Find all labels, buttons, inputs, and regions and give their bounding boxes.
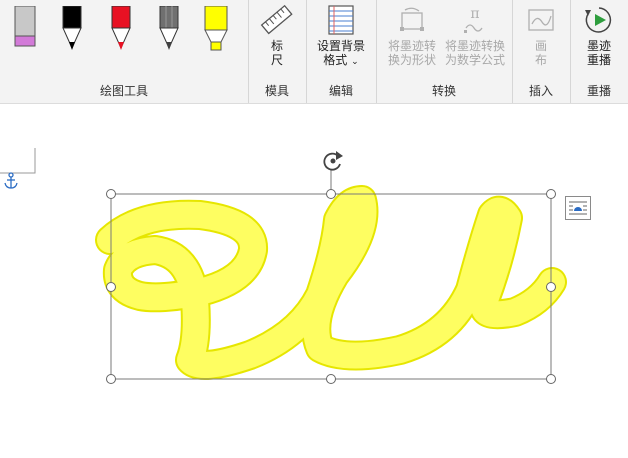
- ink-replay-icon: [585, 7, 612, 33]
- canvas-button[interactable]: 画 布: [512, 4, 570, 67]
- rotate-icon[interactable]: [323, 151, 343, 171]
- ink-to-math-label-line1: 将墨迹转换: [444, 39, 505, 53]
- ink-to-shape-label-line2: 换为形状: [387, 53, 436, 67]
- group-label-drawing-tools: 绘图工具: [99, 84, 148, 98]
- pen-icon[interactable]: [59, 6, 85, 54]
- ruler-label-line1: 标: [270, 39, 283, 53]
- canvas-label-line1: 画: [534, 39, 547, 53]
- highlighter-icon[interactable]: [203, 6, 229, 54]
- group-drawing-tools: 绘图工具: [0, 0, 249, 103]
- ruler-button[interactable]: 标 尺: [248, 4, 306, 67]
- layout-options-icon: [569, 201, 587, 215]
- ink-to-shape-label-line1: 将墨迹转: [387, 39, 436, 53]
- ink-to-math-label-line2: 为数学公式: [444, 53, 505, 67]
- ink-replay-button[interactable]: 墨迹 重播: [570, 4, 628, 67]
- ink-replay-label-line2: 重播: [586, 53, 611, 67]
- pencil-icon[interactable]: [12, 6, 38, 54]
- group-label-stencils: 模具: [264, 84, 289, 98]
- layout-options-button[interactable]: [565, 196, 591, 220]
- group-edit: 设置背景 格式 ⌄ 编辑: [306, 0, 377, 103]
- ink-to-shape-icon: [400, 7, 424, 31]
- background-format-label-text: 格式: [323, 53, 348, 67]
- ink-to-shape-button[interactable]: 将墨迹转 换为形状: [380, 4, 444, 67]
- ribbon: 绘图工具 标 尺 模具 设置背景 格式 ⌄ 编辑 将墨迹转 换为形状 π 将墨迹…: [0, 0, 628, 104]
- chevron-down-icon: ⌄: [351, 57, 359, 67]
- group-label-convert: 转换: [431, 84, 456, 98]
- ink-to-math-icon: π: [464, 6, 483, 33]
- canvas-icon: [528, 9, 554, 31]
- group-replay: 墨迹 重播 重播: [570, 0, 628, 103]
- ruler-label-line2: 尺: [270, 53, 283, 67]
- pencil-icon[interactable]: [156, 6, 182, 54]
- group-label-replay: 重播: [586, 84, 611, 98]
- ruler-icon: [260, 4, 293, 35]
- group-stencils: 标 尺 模具: [248, 0, 307, 103]
- group-label-insert: 插入: [528, 84, 553, 98]
- ink-to-math-button[interactable]: π 将墨迹转换 为数学公式: [442, 4, 508, 67]
- background-format-icon: [328, 5, 354, 35]
- group-insert: 画 布 插入: [512, 0, 571, 103]
- canvas-label-line2: 布: [534, 53, 547, 67]
- ink-replay-label-line1: 墨迹: [586, 39, 611, 53]
- background-format-label-line2: 格式 ⌄: [306, 53, 376, 69]
- pen-icon[interactable]: [108, 6, 134, 54]
- background-format-label-line1: 设置背景: [316, 39, 365, 53]
- group-label-edit: 编辑: [328, 84, 353, 98]
- background-format-button[interactable]: 设置背景 格式 ⌄: [306, 4, 376, 69]
- drawing-canvas: [95, 151, 567, 384]
- svg-text:π: π: [470, 6, 479, 22]
- group-convert: 将墨迹转 换为形状 π 将墨迹转换 为数学公式 转换: [376, 0, 513, 103]
